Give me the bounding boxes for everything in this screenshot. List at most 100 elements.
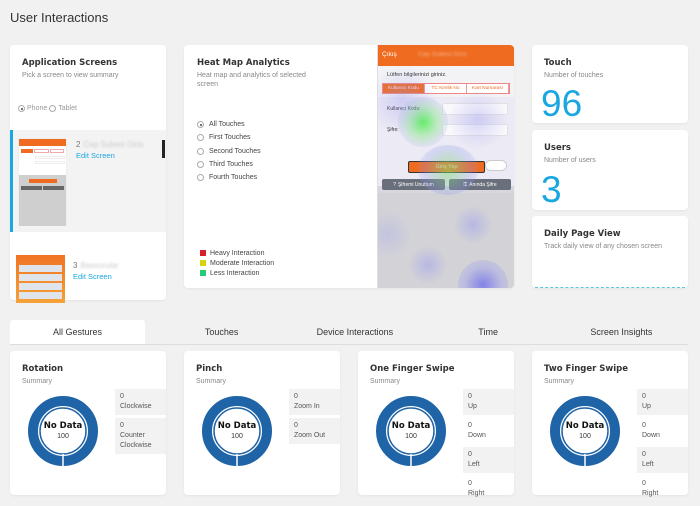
donut-chart: No Data 100 [27, 395, 99, 467]
donut-value: 100 [57, 433, 69, 440]
screen-thumbnail [16, 255, 65, 303]
phone-tab: Kart Numarası [467, 84, 509, 93]
edit-screen-link[interactable]: Edit Screen [76, 151, 115, 160]
card-subtitle: Summary [544, 378, 574, 385]
phone-tab: TC Kimlik No [425, 84, 467, 93]
page-title: User Interactions [10, 10, 109, 25]
gesture-tabs: All Gestures Touches Device Interactions… [10, 320, 688, 345]
daily-chart-line [535, 287, 685, 288]
daily-page-view-card: Daily Page View Track daily view of any … [532, 216, 688, 288]
phone-title: Cep Subesi Giris [418, 51, 467, 58]
legend-item-less: Less Interaction [200, 268, 274, 278]
card-subtitle: Summary [22, 378, 52, 385]
pinch-card: Pinch Summary No Data 100 0 Zoom In 0 Zoom … [184, 351, 340, 495]
gesture-stats: 0 Clockwise 0 Counter Clockwise [115, 389, 166, 454]
card-subtitle: Pick a screen to view summary [22, 72, 119, 79]
card-title: One Finger Swipe [370, 364, 455, 374]
gesture-stats: 0 Zoom In 0 Zoom Out [289, 389, 340, 444]
card-title: Daily Page View [544, 229, 621, 239]
one-finger-swipe-card: One Finger Swipe Summary No Data 100 0 Up … [358, 351, 514, 497]
two-finger-swipe-card: Two Finger Swipe Summary No Data 100 0 Up … [532, 351, 688, 497]
stat-left: 0 Left [637, 447, 688, 473]
stat-up: 0 Up [463, 389, 514, 415]
heatmap-legend: Heavy Interaction Moderate Interaction L… [200, 248, 274, 278]
legend-swatch [200, 270, 206, 276]
stat-right: 0 Right [468, 480, 485, 497]
edit-screen-link[interactable]: Edit Screen [73, 272, 112, 281]
scrollbar-handle[interactable] [162, 140, 165, 158]
tab-touches[interactable]: Touches [155, 320, 288, 344]
phone-login-button: Giriş Yap [408, 161, 485, 173]
radio-button[interactable] [197, 134, 204, 142]
stat-zoom-in: 0 Zoom In [289, 389, 340, 415]
phone-instant-button: ⚿ Anında Şifre [449, 179, 511, 190]
phone-empty-area [378, 193, 514, 288]
card-title: Users [544, 143, 571, 153]
touch-option-fourth[interactable]: Fourth Touches [197, 171, 261, 184]
legend-swatch [200, 250, 206, 256]
screen-label: 3 Basvurular [73, 261, 119, 270]
phone-back-button: Çıkış [382, 51, 397, 58]
donut-chart: No Data 100 [201, 395, 273, 467]
phone-radio[interactable] [18, 105, 25, 112]
touch-option-second[interactable]: Second Touches [197, 145, 261, 158]
touch-stat-card: Touch Number of touches 96 [532, 45, 688, 123]
card-title: Application Screens [22, 58, 118, 68]
users-count: 3 [541, 169, 562, 210]
application-screens-card: Application Screens Pick a screen to vie… [10, 45, 166, 303]
phone-remember-toggle [485, 160, 507, 171]
legend-item-heavy: Heavy Interaction [200, 248, 274, 258]
donut-chart: No Data 100 [549, 395, 621, 467]
tab-device-interactions[interactable]: Device Interactions [288, 320, 421, 344]
phone-tabs: Kullanıcı Kodu TC Kimlik No Kart Numaras… [382, 83, 510, 94]
stat-counter-clockwise: 0 Counter Clockwise [115, 418, 166, 454]
card-subtitle: Summary [196, 378, 226, 385]
touch-count: 96 [541, 83, 583, 124]
touch-options: All Touches First Touches Second Touches… [197, 118, 261, 184]
tab-all-gestures[interactable]: All Gestures [10, 320, 145, 344]
card-title: Touch [544, 58, 572, 68]
heatmap-card: Heat Map Analytics Heat map and analytic… [184, 45, 514, 288]
donut-label: No Data [391, 421, 431, 431]
radio-button[interactable] [197, 161, 204, 169]
touch-option-all[interactable]: All Touches [197, 118, 261, 131]
tab-screen-insights[interactable]: Screen Insights [555, 320, 688, 344]
tablet-radio[interactable] [49, 105, 57, 112]
card-subtitle: Summary [370, 378, 400, 385]
question-icon: ? [393, 181, 396, 188]
phone-password-input [442, 124, 508, 136]
phone-password-label: Şifre: [387, 127, 399, 133]
donut-label: No Data [217, 421, 257, 431]
card-subtitle: Track daily view of any chosen screen [544, 243, 663, 250]
stat-zoom-out: 0 Zoom Out [289, 418, 340, 444]
donut-value: 100 [405, 433, 417, 440]
donut-chart: No Data 100 [375, 395, 447, 467]
card-title: Heat Map Analytics [197, 58, 290, 68]
stat-down: 0 Down [642, 422, 660, 439]
users-stat-card: Users Number of users 3 [532, 130, 688, 210]
radio-button[interactable] [197, 121, 204, 129]
rotation-card: Rotation Summary No Data 100 0 Clockwise 0… [10, 351, 166, 495]
touch-option-first[interactable]: First Touches [197, 131, 261, 144]
touch-option-third[interactable]: Third Touches [197, 158, 261, 171]
phone-user-code-label: Kullanıcı Kodu: [387, 106, 421, 112]
card-subtitle: Number of users [544, 157, 596, 164]
screen-thumbnail [18, 138, 67, 226]
tab-time[interactable]: Time [422, 320, 555, 344]
phone-tab: Kullanıcı Kodu [383, 84, 425, 93]
screen-list-item[interactable]: 2 Cep Subesi Giris Edit Screen [10, 130, 166, 232]
phone-forgot-button: ? Şifremi Unuttum [382, 179, 445, 190]
stat-left: 0 Left [463, 447, 514, 473]
stat-up: 0 Up [637, 389, 688, 415]
screen-label: 2 Cep Subesi Giris [76, 140, 144, 149]
donut-value: 100 [231, 433, 243, 440]
legend-swatch [200, 260, 206, 266]
gesture-stats: 0 Up 0 Down 0 Left 0 Right [637, 389, 688, 502]
gesture-stats: 0 Up 0 Down 0 Left 0 Right [463, 389, 514, 502]
legend-item-moderate: Moderate Interaction [200, 258, 274, 268]
radio-button[interactable] [197, 174, 204, 182]
phone-nav-bar: Çıkış Cep Subesi Giris [378, 45, 514, 66]
radio-button[interactable] [197, 147, 204, 155]
card-title: Pinch [196, 364, 223, 374]
screen-list-item[interactable]: 3 Basvurular Edit Screen [10, 243, 166, 303]
